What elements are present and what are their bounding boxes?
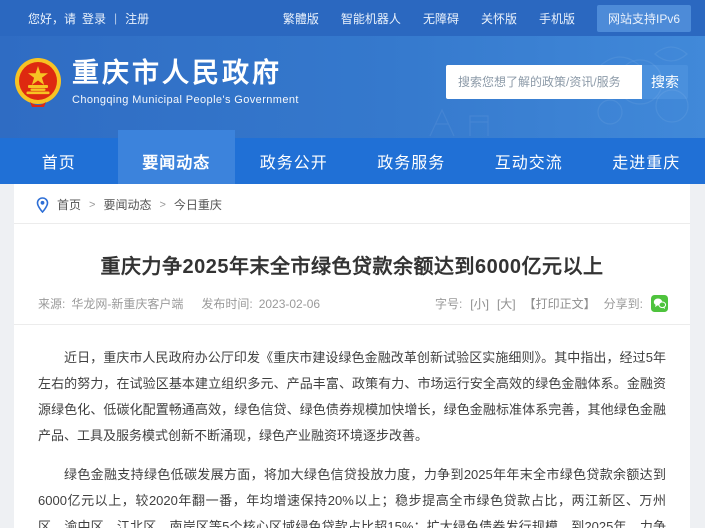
share-label: 分享到:: [604, 295, 643, 312]
publish-date-label: 发布时间:: [201, 295, 252, 312]
masthead: 重庆市人民政府 Chongqing Municipal People's Gov…: [0, 36, 705, 138]
article-meta: 来源: 华龙网-新重庆客户端 发布时间: 2023-02-06 字号: [小] …: [14, 295, 690, 325]
article-title: 重庆力争2025年末全市绿色贷款余额达到6000亿元以上: [14, 224, 690, 295]
breadcrumb-separator: >: [89, 199, 95, 211]
link-mobile-version[interactable]: 手机版: [539, 10, 575, 27]
breadcrumb-news[interactable]: 要闻动态: [103, 196, 151, 213]
site-name: 重庆市人民政府: [72, 58, 299, 89]
location-pin-icon: [36, 197, 49, 213]
article-body: 近日，重庆市人民政府办公厅印发《重庆市建设绿色金融改革创新试验区实施细则》。其中…: [14, 325, 690, 528]
nav-tab-gov-services[interactable]: 政务服务: [353, 138, 471, 184]
breadcrumb-today-chongqing[interactable]: 今日重庆: [174, 196, 222, 213]
link-care-version[interactable]: 关怀版: [481, 10, 517, 27]
breadcrumb: 首页 > 要闻动态 > 今日重庆: [14, 184, 690, 224]
font-smaller-button[interactable]: [小]: [470, 295, 489, 312]
search-button[interactable]: 搜索: [642, 65, 688, 99]
nav-tab-news[interactable]: 要闻动态: [118, 130, 236, 184]
breadcrumb-home[interactable]: 首页: [57, 196, 81, 213]
page: 您好，请 登录 | 注册 繁體版 智能机器人 无障碍 关怀版 手机版 网站支持I…: [0, 0, 705, 528]
search-input[interactable]: [446, 65, 642, 99]
nav-tab-gov-disclosure[interactable]: 政务公开: [235, 138, 353, 184]
content-wrapper: 首页 > 要闻动态 > 今日重庆 重庆力争2025年末全市绿色贷款余额达到600…: [0, 184, 705, 528]
source-label: 来源:: [38, 295, 65, 312]
site-identity: 重庆市人民政府 Chongqing Municipal People's Gov…: [72, 58, 299, 105]
topbar-separator: |: [114, 11, 117, 25]
ipv6-badge[interactable]: 网站支持IPv6: [597, 5, 691, 32]
font-size-label: 字号:: [435, 295, 462, 312]
search-area: 搜索: [446, 65, 688, 99]
article-paragraph: 绿色金融支持绿色低碳发展方面，将加大绿色信贷投放力度，力争到2025年年末全市绿…: [38, 462, 666, 528]
breadcrumb-separator: >: [159, 199, 165, 211]
topbar-account-area: 您好，请 登录 | 注册: [28, 10, 149, 27]
article-meta-right: 字号: [小] [大] 【打印正文】 分享到:: [435, 295, 668, 312]
topbar: 您好，请 登录 | 注册 繁體版 智能机器人 无障碍 关怀版 手机版 网站支持I…: [0, 0, 705, 36]
greeting-text: 您好，请: [28, 10, 76, 27]
link-accessibility[interactable]: 无障碍: [423, 10, 459, 27]
article-paragraph: 近日，重庆市人民政府办公厅印发《重庆市建设绿色金融改革创新试验区实施细则》。其中…: [38, 345, 666, 449]
link-smart-robot[interactable]: 智能机器人: [341, 10, 401, 27]
article-meta-left: 来源: 华龙网-新重庆客户端 发布时间: 2023-02-06: [38, 295, 320, 312]
nav-tab-interaction[interactable]: 互动交流: [470, 138, 588, 184]
main-navigation: 首页 要闻动态 政务公开 政务服务 互动交流 走进重庆: [0, 138, 705, 184]
site-name-english: Chongqing Municipal People's Government: [72, 94, 299, 106]
national-emblem-logo: [14, 57, 62, 107]
nav-tab-home[interactable]: 首页: [0, 138, 118, 184]
print-button[interactable]: 【打印正文】: [524, 295, 596, 312]
nav-tab-about-chongqing[interactable]: 走进重庆: [588, 138, 705, 184]
publish-date-value: 2023-02-06: [259, 297, 320, 311]
content-panel: 首页 > 要闻动态 > 今日重庆 重庆力争2025年末全市绿色贷款余额达到600…: [14, 184, 690, 528]
login-link[interactable]: 登录: [82, 10, 106, 27]
register-link[interactable]: 注册: [125, 10, 149, 27]
link-traditional-chinese[interactable]: 繁體版: [283, 10, 319, 27]
topbar-links: 繁體版 智能机器人 无障碍 关怀版 手机版 网站支持IPv6: [283, 5, 691, 32]
wechat-share-icon[interactable]: [651, 295, 668, 312]
font-larger-button[interactable]: [大]: [497, 295, 516, 312]
source-value: 华龙网-新重庆客户端: [71, 295, 183, 312]
